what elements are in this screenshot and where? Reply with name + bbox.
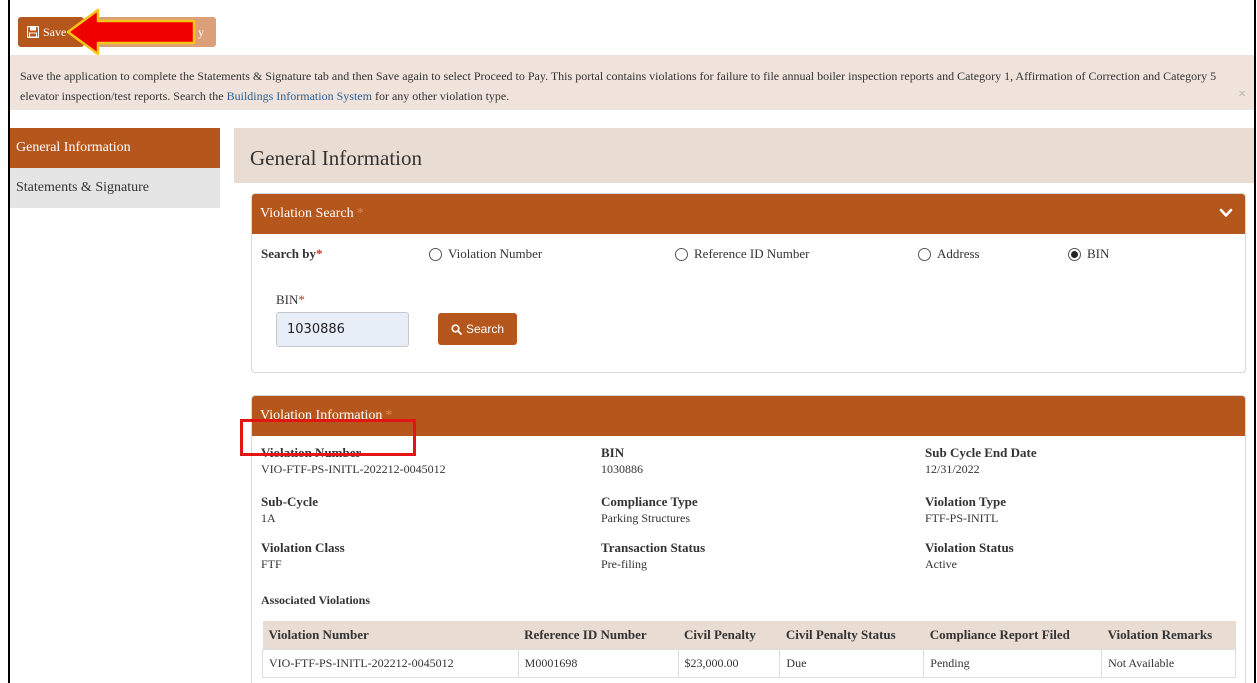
sidebar-nav: General Information Statements & Signatu… [10, 128, 220, 208]
chevron-down-icon[interactable] [1219, 206, 1233, 220]
table-cell: Not Available [1101, 648, 1236, 678]
radio-violation-number[interactable]: Violation Number [429, 246, 542, 262]
column-header[interactable]: Reference ID Number [518, 621, 678, 649]
field-label: Violation Type [925, 494, 1007, 509]
radio-button[interactable] [675, 247, 688, 261]
table-row[interactable]: VIO-FTF-PS-INITL-202212-0045012 M0001698… [262, 648, 1236, 678]
radio-label: BIN [1087, 246, 1110, 261]
page-title: General Information [250, 146, 423, 170]
field-label: Violation Class [261, 540, 345, 555]
notice-text-part1: Save the application to complete the Sta… [20, 69, 1217, 103]
column-header[interactable]: Violation Remarks [1101, 621, 1236, 649]
bin-input[interactable]: 1030886 [276, 312, 409, 347]
info-notice-banner: Save the application to complete the Sta… [10, 55, 1254, 110]
radio-address[interactable]: Address [918, 246, 980, 262]
bin-label-text: BIN [276, 292, 299, 307]
sidebar-item-statements-signature[interactable]: Statements & Signature [10, 168, 220, 208]
column-header[interactable]: Compliance Report Filed [923, 621, 1102, 649]
field-value: FTF-PS-INITL [925, 511, 999, 525]
field-value: 1A [261, 511, 276, 525]
search-button-label: Search [465, 322, 505, 336]
radio-bin[interactable]: BIN [1068, 246, 1109, 262]
table-cell: M0001698 [517, 648, 679, 678]
field-label: Violation Status [925, 540, 1014, 555]
violation-search-panel: Violation Search * Search by * Violation … [251, 193, 1246, 373]
field-transaction-status: Transaction Status Pre-filing [601, 540, 705, 572]
field-sub-cycle-end-date: Sub Cycle End Date 12/31/2022 [925, 445, 1037, 477]
field-sub-cycle: Sub-Cycle 1A [261, 494, 318, 526]
proceed-to-pay-label-visible: y [198, 24, 204, 39]
notice-text-part2: for any other violation type. [371, 89, 510, 103]
field-value: Pre-filing [601, 557, 647, 571]
search-icon [451, 323, 462, 335]
column-header[interactable]: Violation Number [262, 621, 519, 649]
column-header[interactable]: Civil Penalty Status [779, 621, 924, 649]
associated-violations-label: Associated Violations [261, 593, 371, 607]
radio-label: Address [937, 246, 980, 261]
sidebar-item-label: Statements & Signature [16, 180, 149, 195]
field-bin: BIN 1030886 [601, 445, 643, 477]
field-value: FTF [261, 557, 282, 571]
column-header[interactable]: Civil Penalty [678, 621, 780, 649]
right-frame-border [1254, 0, 1256, 683]
radio-label: Reference ID Number [694, 246, 810, 261]
search-by-label-group: Search by * [261, 246, 323, 262]
violation-search-title: Violation Search [260, 206, 354, 221]
table-header-row: Violation Number Reference ID Number Civ… [262, 621, 1236, 649]
search-button[interactable]: Search [438, 313, 517, 345]
table-cell: Pending [923, 648, 1103, 678]
field-label: Transaction Status [601, 540, 706, 555]
field-value: Parking Structures [601, 511, 690, 525]
field-value: VIO-FTF-PS-INITL-202212-0045012 [261, 462, 446, 476]
table-cell: $23,000.00 [677, 648, 781, 678]
sidebar-item-label: General Information [16, 140, 131, 155]
radio-reference-id-number[interactable]: Reference ID Number [675, 246, 810, 262]
annotation-arrow-icon [66, 8, 196, 56]
field-label: BIN [601, 445, 625, 460]
sidebar-item-general-information[interactable]: General Information [10, 128, 220, 168]
required-marker: * [356, 206, 364, 221]
page-title-bar: General Information [234, 128, 1254, 183]
field-value: Active [925, 557, 957, 571]
floppy-disk-icon [27, 26, 39, 38]
bin-input-value: 1030886 [287, 322, 345, 337]
save-label: Save [43, 24, 67, 39]
field-label: Sub Cycle End Date [925, 445, 1037, 460]
radio-button[interactable] [918, 247, 931, 261]
field-value: 12/31/2022 [925, 462, 980, 476]
radio-button-selected[interactable] [1068, 247, 1081, 261]
field-value: 1030886 [601, 462, 643, 476]
close-icon[interactable]: × [1238, 85, 1246, 105]
field-violation-status: Violation Status Active [925, 540, 1014, 572]
associated-violations-table: Violation Number Reference ID Number Civ… [262, 621, 1236, 678]
buildings-information-system-link[interactable]: Buildings Information System [227, 89, 372, 103]
field-label: Sub-Cycle [261, 494, 319, 509]
required-marker: * [298, 292, 305, 307]
field-violation-type: Violation Type FTF-PS-INITL [925, 494, 1006, 526]
table-cell: Due [779, 648, 925, 678]
table-cell: VIO-FTF-PS-INITL-202212-0045012 [262, 648, 519, 678]
field-label: Compliance Type [601, 494, 698, 509]
annotation-highlight-box [240, 419, 416, 456]
bin-field-label: BIN* [276, 292, 305, 308]
field-compliance-type: Compliance Type Parking Structures [601, 494, 698, 526]
radio-label: Violation Number [448, 246, 543, 261]
violation-search-header[interactable]: Violation Search * [252, 194, 1245, 234]
required-marker: * [316, 246, 323, 261]
search-by-label: Search by [261, 246, 317, 261]
radio-button[interactable] [429, 247, 442, 261]
field-violation-class: Violation Class FTF [261, 540, 345, 572]
